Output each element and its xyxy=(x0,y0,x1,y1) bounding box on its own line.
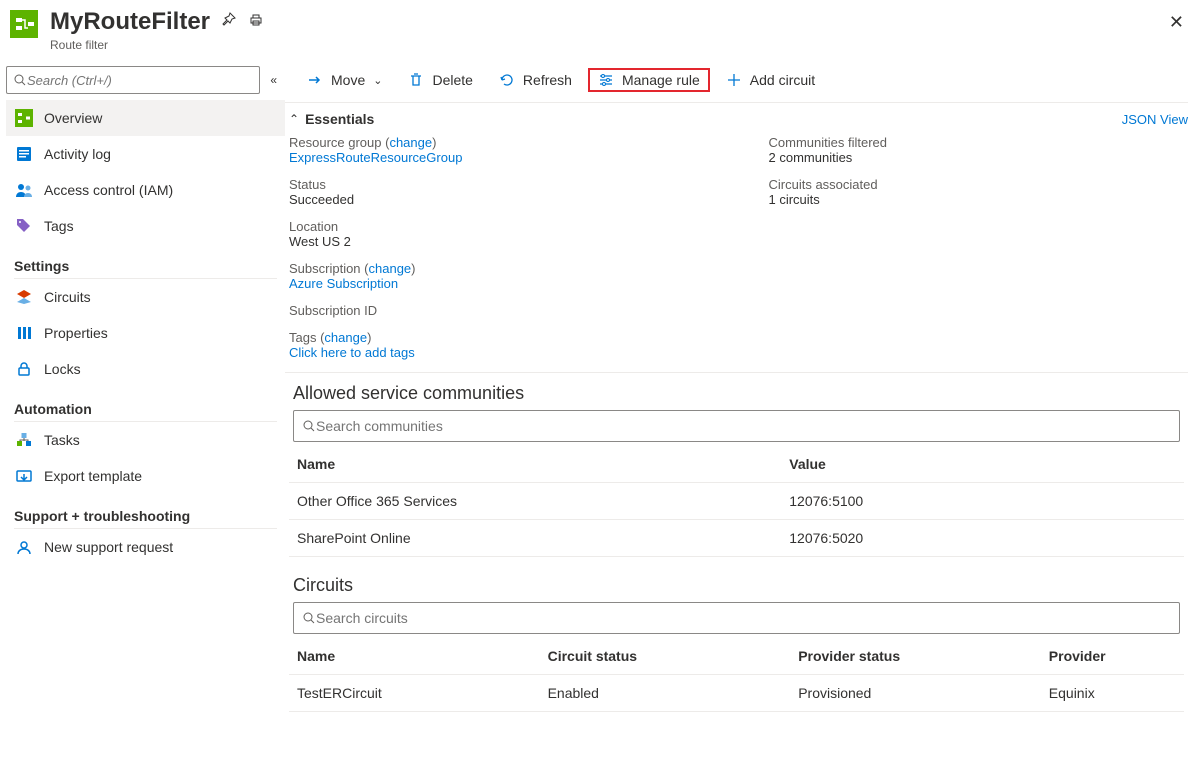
manage-rule-button[interactable]: Manage rule xyxy=(588,68,710,92)
collapse-sidebar-icon[interactable]: « xyxy=(270,73,277,87)
activity-icon xyxy=(14,144,34,164)
sidebar-section-automation: Automation xyxy=(14,401,285,417)
sidebar-section-support-troubleshooting: Support + troubleshooting xyxy=(14,508,285,524)
sidebar-item-label: Activity log xyxy=(44,146,111,162)
print-icon[interactable] xyxy=(248,12,264,28)
plus-icon xyxy=(726,72,742,88)
search-icon xyxy=(13,73,27,87)
command-bar: Move ⌄ Delete Refresh Manage rule Add ci… xyxy=(285,60,1188,103)
circuits-search-input[interactable] xyxy=(316,610,1171,626)
sidebar-section-settings: Settings xyxy=(14,258,285,274)
main-content: Move ⌄ Delete Refresh Manage rule Add ci… xyxy=(285,60,1200,724)
col-name[interactable]: Name xyxy=(289,446,781,483)
sidebar-item-tasks[interactable]: Tasks xyxy=(6,422,285,458)
tags-icon xyxy=(14,216,34,236)
chevron-down-icon: ⌄ xyxy=(373,74,382,87)
route-filter-icon xyxy=(14,108,34,128)
sidebar-item-label: Circuits xyxy=(44,289,91,305)
sidebar-item-label: Export template xyxy=(44,468,142,484)
json-view-link[interactable]: JSON View xyxy=(1122,112,1188,127)
table-row[interactable]: Other Office 365 Services12076:5100 xyxy=(289,483,1184,520)
sidebar-item-overview[interactable]: Overview xyxy=(6,100,285,136)
route-filter-icon xyxy=(8,8,40,40)
refresh-icon xyxy=(499,72,515,88)
cell-value: 12076:5100 xyxy=(781,483,1184,520)
sidebar-search-input[interactable] xyxy=(27,73,253,88)
delete-icon xyxy=(408,72,424,88)
cell-status: Enabled xyxy=(540,675,791,712)
search-icon xyxy=(302,419,316,433)
page-subtitle: Route filter xyxy=(50,38,210,52)
essentials-panel: Resource group (change) ExpressRouteReso… xyxy=(285,135,1188,330)
sidebar-item-new-support-request[interactable]: New support request xyxy=(6,529,285,565)
add-tags-link[interactable]: Click here to add tags xyxy=(289,345,1188,360)
tasks-icon xyxy=(14,430,34,450)
sidebar-item-label: Access control (IAM) xyxy=(44,182,173,198)
circuits-title: Circuits xyxy=(293,575,1184,596)
sidebar-item-label: Properties xyxy=(44,325,108,341)
properties-icon xyxy=(14,323,34,343)
sidebar-item-label: Tags xyxy=(44,218,74,234)
col-value[interactable]: Value xyxy=(781,446,1184,483)
pin-icon[interactable] xyxy=(220,12,236,28)
refresh-button[interactable]: Refresh xyxy=(489,68,582,92)
move-icon xyxy=(307,72,323,88)
settings-icon xyxy=(598,72,614,88)
col-provider[interactable]: Provider xyxy=(1041,638,1184,675)
status-value: Succeeded xyxy=(289,192,709,207)
communities-search[interactable] xyxy=(293,410,1180,442)
change-sub-link[interactable]: change xyxy=(369,261,412,276)
sidebar-item-label: Locks xyxy=(44,361,81,377)
col-status[interactable]: Circuit status xyxy=(540,638,791,675)
communities-title: Allowed service communities xyxy=(293,383,1184,404)
sidebar-search[interactable] xyxy=(6,66,260,94)
export-icon xyxy=(14,466,34,486)
lock-icon xyxy=(14,359,34,379)
location-value: West US 2 xyxy=(289,234,709,249)
add-circuit-button[interactable]: Add circuit xyxy=(716,68,825,92)
circuits-count: 1 circuits xyxy=(769,192,1189,207)
circuits-search[interactable] xyxy=(293,602,1180,634)
change-tags-link[interactable]: change xyxy=(324,330,367,345)
sidebar-item-locks[interactable]: Locks xyxy=(6,351,285,387)
sidebar-item-export-template[interactable]: Export template xyxy=(6,458,285,494)
col-pstatus[interactable]: Provider status xyxy=(790,638,1041,675)
search-icon xyxy=(302,611,316,625)
cell-name: SharePoint Online xyxy=(289,520,781,557)
resource-group-link[interactable]: ExpressRouteResourceGroup xyxy=(289,150,709,165)
page-header: MyRouteFilter Route filter ✕ xyxy=(0,0,1200,60)
sidebar-item-access-control-iam-[interactable]: Access control (IAM) xyxy=(6,172,285,208)
communities-count: 2 communities xyxy=(769,150,1189,165)
cell-value: 12076:5020 xyxy=(781,520,1184,557)
support-icon xyxy=(14,537,34,557)
iam-icon xyxy=(14,180,34,200)
cell-provider: Equinix xyxy=(1041,675,1184,712)
sidebar-item-activity-log[interactable]: Activity log xyxy=(6,136,285,172)
circuits-icon xyxy=(14,287,34,307)
circuits-table: Name Circuit status Provider status Prov… xyxy=(289,638,1184,712)
delete-button[interactable]: Delete xyxy=(398,68,482,92)
col-name[interactable]: Name xyxy=(289,638,540,675)
close-icon[interactable]: ✕ xyxy=(1169,12,1184,33)
sidebar-item-label: Overview xyxy=(44,110,102,126)
essentials-label[interactable]: Essentials xyxy=(305,111,374,127)
table-row[interactable]: TestERCircuitEnabledProvisionedEquinix xyxy=(289,675,1184,712)
change-rg-link[interactable]: change xyxy=(389,135,432,150)
sidebar-item-properties[interactable]: Properties xyxy=(6,315,285,351)
cell-pstatus: Provisioned xyxy=(790,675,1041,712)
page-title: MyRouteFilter xyxy=(50,8,210,36)
sidebar-item-label: Tasks xyxy=(44,432,80,448)
move-button[interactable]: Move ⌄ xyxy=(297,68,392,92)
sidebar: « Overview Activity log Access control (IA… xyxy=(0,60,285,724)
sidebar-item-circuits[interactable]: Circuits xyxy=(6,279,285,315)
communities-table: Name Value Other Office 365 Services1207… xyxy=(289,446,1184,557)
subscription-link[interactable]: Azure Subscription xyxy=(289,276,709,291)
sidebar-item-label: New support request xyxy=(44,539,173,555)
communities-search-input[interactable] xyxy=(316,418,1171,434)
sidebar-item-tags[interactable]: Tags xyxy=(6,208,285,244)
cell-name: Other Office 365 Services xyxy=(289,483,781,520)
cell-name: TestERCircuit xyxy=(289,675,540,712)
chevron-up-icon[interactable]: ⌃ xyxy=(289,112,299,126)
table-row[interactable]: SharePoint Online12076:5020 xyxy=(289,520,1184,557)
